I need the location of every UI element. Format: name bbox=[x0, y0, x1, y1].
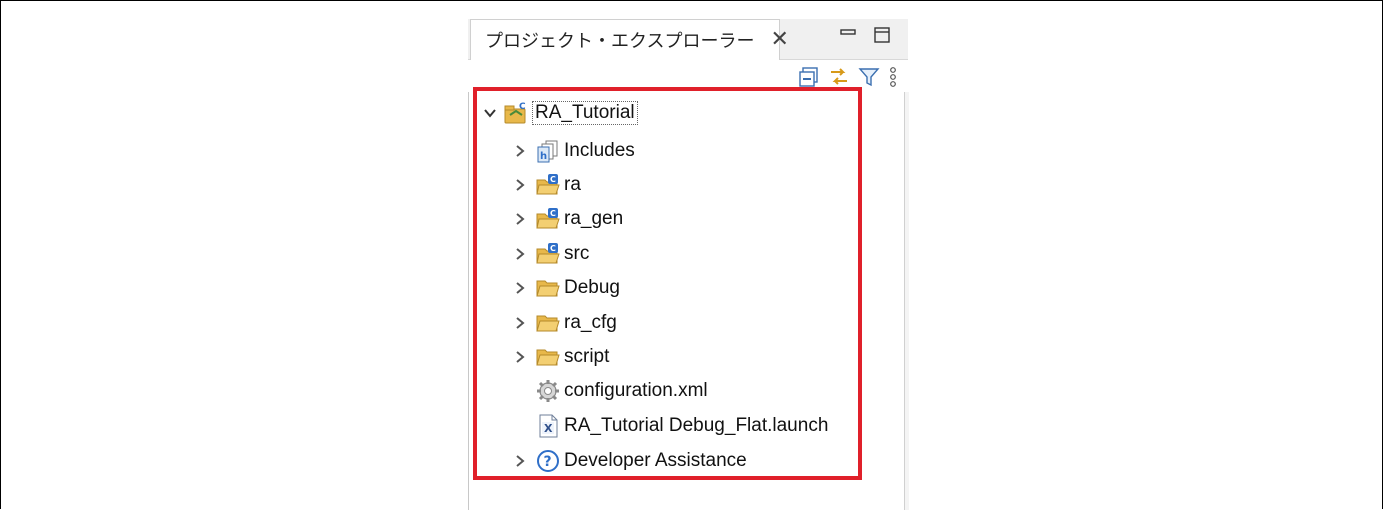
maximize-icon[interactable] bbox=[872, 25, 892, 45]
svg-text:C: C bbox=[550, 209, 556, 218]
link-with-editor-icon[interactable] bbox=[828, 66, 850, 88]
tree-item-label: ra bbox=[564, 174, 581, 195]
tree-item-debug[interactable]: Debug bbox=[512, 273, 620, 303]
help-icon: ? bbox=[537, 450, 559, 472]
c-project-icon: C bbox=[504, 102, 526, 124]
tree-item-developer-assistance[interactable]: ? Developer Assistance bbox=[512, 446, 747, 476]
includes-icon: h bbox=[537, 140, 558, 163]
tree-root-ra-tutorial[interactable]: C RA_Tutorial bbox=[482, 98, 638, 128]
chevron-down-icon[interactable] bbox=[482, 105, 498, 121]
c-source-folder-icon: C bbox=[536, 243, 560, 264]
view-menu-icon[interactable] bbox=[882, 66, 904, 88]
tree-item-label: RA_Tutorial bbox=[532, 101, 638, 125]
svg-text:C: C bbox=[519, 102, 526, 112]
close-icon[interactable]: ✕ bbox=[770, 29, 788, 51]
tree-item-includes[interactable]: h Includes bbox=[512, 136, 635, 166]
svg-text:C: C bbox=[550, 175, 556, 184]
tree-item-src[interactable]: C src bbox=[512, 239, 589, 269]
folder-icon bbox=[536, 280, 560, 297]
view-tab-bar: プロジェクト・エクスプローラー ✕ bbox=[468, 19, 908, 60]
tab-project-explorer[interactable]: プロジェクト・エクスプローラー ✕ bbox=[470, 19, 789, 60]
chevron-right-icon[interactable] bbox=[512, 177, 528, 193]
svg-text:C: C bbox=[550, 244, 556, 253]
tree-item-label: Debug bbox=[564, 277, 620, 298]
minimize-icon[interactable] bbox=[838, 25, 858, 45]
chevron-right-icon[interactable] bbox=[512, 211, 528, 227]
gear-icon bbox=[537, 380, 559, 402]
chevron-right-icon[interactable] bbox=[512, 280, 528, 296]
chevron-right-icon[interactable] bbox=[512, 246, 528, 262]
tree-item-label: script bbox=[564, 346, 610, 367]
tree-item-label: ra_gen bbox=[564, 208, 624, 229]
tree-item-label: Developer Assistance bbox=[564, 450, 747, 471]
tree-item-label: ra_cfg bbox=[564, 312, 617, 333]
chevron-right-icon[interactable] bbox=[512, 315, 528, 331]
collapse-all-icon[interactable] bbox=[798, 66, 820, 88]
c-source-folder-icon: C bbox=[536, 174, 560, 195]
tree-item-ra-gen[interactable]: C ra_gen bbox=[512, 204, 623, 234]
tree-item-label: Includes bbox=[564, 140, 635, 161]
tree-item-label: RA_Tutorial Debug_Flat.launch bbox=[564, 415, 829, 436]
tree-item-ra[interactable]: C ra bbox=[512, 170, 581, 200]
tree-item-configuration-xml[interactable]: configuration.xml bbox=[528, 376, 708, 406]
c-source-folder-icon: C bbox=[536, 208, 560, 229]
chevron-right-icon[interactable] bbox=[512, 453, 528, 469]
tree-item-label: src bbox=[564, 243, 590, 264]
chevron-right-icon[interactable] bbox=[512, 349, 528, 365]
chevron-right-icon[interactable] bbox=[512, 143, 528, 159]
svg-text:?: ? bbox=[544, 454, 552, 470]
svg-text:h: h bbox=[540, 151, 547, 162]
folder-icon bbox=[536, 349, 560, 366]
launch-file-icon: X bbox=[539, 414, 558, 438]
folder-icon bbox=[536, 315, 560, 332]
tree-item-label: configuration.xml bbox=[564, 380, 708, 401]
tree-scrollbar[interactable] bbox=[904, 92, 909, 510]
tree-item-script[interactable]: script bbox=[512, 342, 609, 372]
tab-label: プロジェクト・エクスプローラー bbox=[485, 31, 755, 52]
svg-text:X: X bbox=[544, 422, 553, 435]
view-toolbar bbox=[468, 60, 908, 92]
tree-item-ra-cfg[interactable]: ra_cfg bbox=[512, 308, 617, 338]
tree-item-launch-file[interactable]: X RA_Tutorial Debug_Flat.launch bbox=[528, 411, 828, 441]
filter-icon[interactable] bbox=[858, 66, 880, 88]
